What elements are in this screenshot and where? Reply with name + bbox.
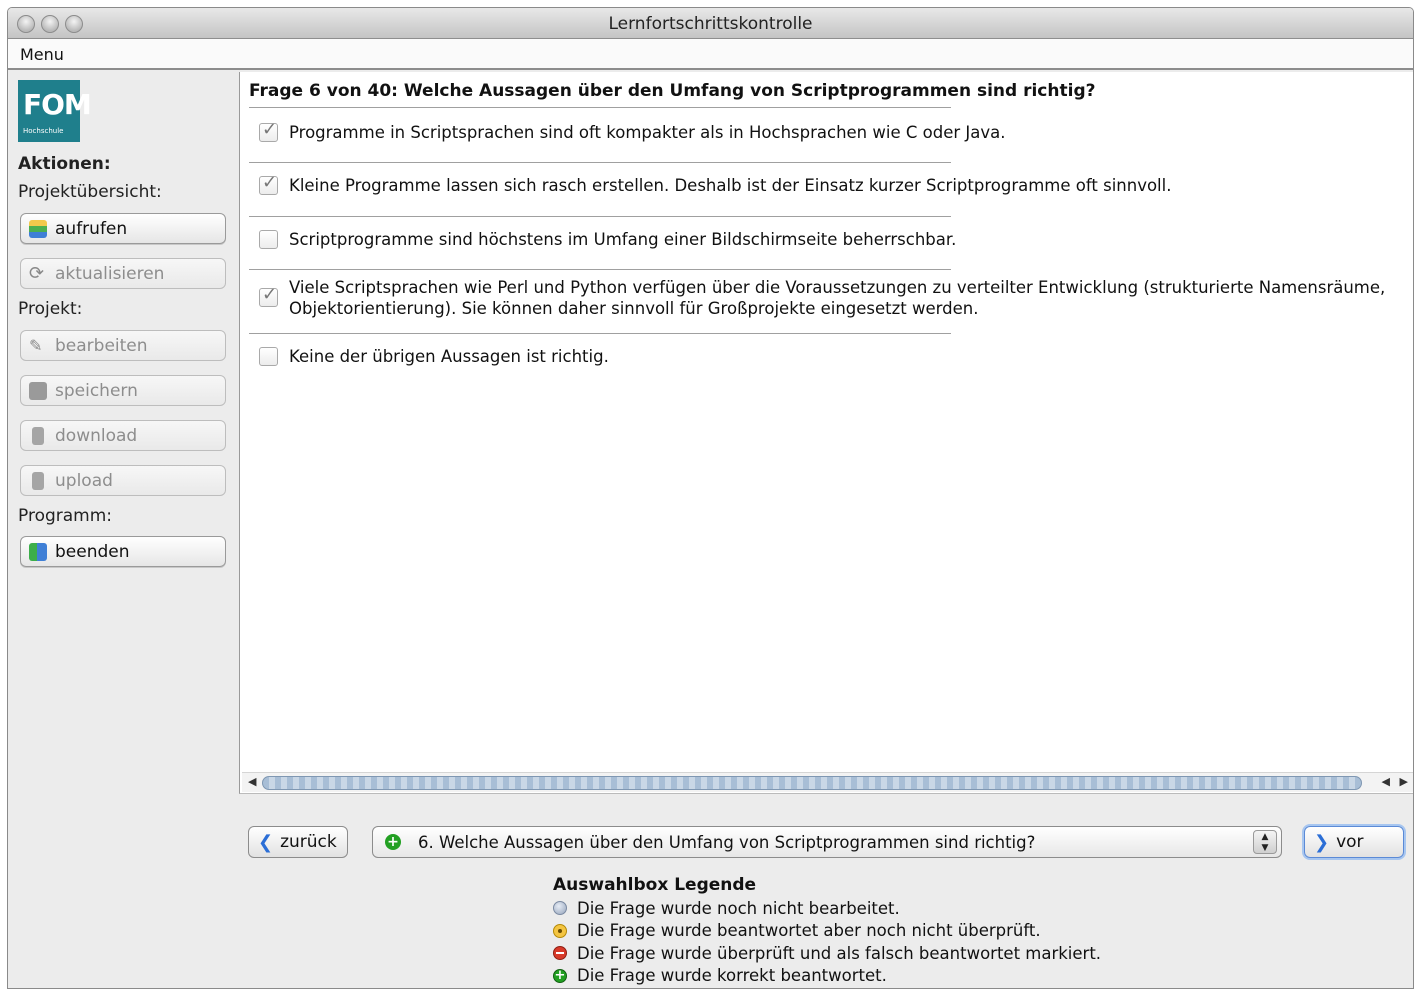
beenden-button[interactable]: beenden — [20, 536, 226, 567]
scrollbar-thumb[interactable] — [262, 776, 1362, 790]
title-bar: Lernfortschrittskontrolle — [8, 8, 1413, 39]
upload-icon — [32, 471, 44, 490]
selected-question-text: 6. Welche Aussagen über den Umfang von S… — [418, 832, 1036, 852]
forward-button[interactable]: ❯ vor — [1304, 826, 1404, 858]
answer-option-5[interactable]: Keine der übrigen Aussagen ist richtig. — [259, 346, 609, 367]
answer-option-1[interactable]: ✓ Programme in Scriptsprachen sind oft k… — [259, 119, 1005, 143]
divider — [249, 216, 951, 217]
menu-bar: Menu — [8, 39, 1413, 70]
divider — [249, 107, 951, 108]
checkmark-icon: ✓ — [262, 284, 278, 305]
projekt-label: Projekt: — [18, 299, 83, 319]
books-icon — [29, 219, 47, 238]
divider — [249, 333, 951, 334]
speichern-button[interactable]: speichern — [20, 375, 226, 406]
scroll-left-arrow-icon[interactable]: ◀ — [248, 775, 256, 788]
divider — [249, 269, 951, 270]
aufrufen-button[interactable]: aufrufen — [20, 213, 226, 244]
menu-item-menu[interactable]: Menu — [20, 45, 64, 64]
legend: Auswahlbox Legende Die Frage wurde noch … — [553, 875, 1101, 987]
legend-row-wrong: Die Frage wurde überprüft und als falsch… — [553, 942, 1101, 965]
yellow-circle-icon — [553, 923, 567, 938]
select-stepper-icon[interactable]: ▲ ▼ — [1253, 830, 1277, 854]
download-icon — [32, 426, 44, 445]
refresh-icon: ⟳ — [29, 262, 45, 284]
answer-option-2[interactable]: ✓ Kleine Programme lassen sich rasch ers… — [259, 172, 1171, 196]
download-button[interactable]: download — [20, 420, 226, 451]
legend-row-answered: Die Frage wurde beantwortet aber noch ni… — [553, 920, 1101, 943]
green-plus-icon: + — [553, 967, 567, 983]
aktionen-heading: Aktionen: — [18, 154, 111, 174]
projektuebersicht-label: Projektübersicht: — [18, 182, 162, 202]
pencil-icon: ✎ — [29, 335, 43, 355]
question-select[interactable]: + 6. Welche Aussagen über den Umfang von… — [372, 826, 1282, 858]
divider — [249, 162, 951, 163]
red-minus-icon — [553, 946, 567, 961]
question-title: Frage 6 von 40: Welche Aussagen über den… — [249, 81, 1096, 101]
answer-checkbox-4[interactable]: ✓ — [259, 284, 278, 307]
checkmark-icon: ✓ — [262, 172, 278, 193]
bearbeiten-button[interactable]: ✎ bearbeiten — [20, 330, 226, 361]
exit-door-icon — [29, 542, 47, 561]
legend-row-correct: + Die Frage wurde korrekt beantwortet. — [553, 966, 887, 986]
window-title: Lernfortschrittskontrolle — [608, 14, 813, 34]
grey-circle-icon — [553, 901, 567, 916]
answer-option-3[interactable]: Scriptprogramme sind höchstens im Umfang… — [259, 229, 956, 250]
answer-checkbox-5[interactable] — [259, 347, 278, 366]
aktualisieren-button[interactable]: ⟳ aktualisieren — [20, 258, 226, 289]
legend-title: Auswahlbox Legende — [553, 875, 757, 895]
legend-row-not-edited: Die Frage wurde noch nicht bearbeitet. — [553, 897, 1101, 920]
answer-checkbox-1[interactable]: ✓ — [259, 119, 278, 142]
scroll-right-arrow-icon[interactable]: ▶ — [1400, 775, 1408, 788]
programm-label: Programm: — [18, 506, 113, 526]
horizontal-scrollbar[interactable]: ◀ ◀ ▶ — [242, 772, 1413, 792]
answer-checkbox-2[interactable]: ✓ — [259, 172, 278, 195]
checkmark-icon: ✓ — [262, 119, 278, 140]
back-button[interactable]: ❮ zurück — [248, 826, 348, 858]
chevron-left-icon: ❮ — [258, 831, 274, 853]
fom-logo: FOM Hochschule — [18, 80, 92, 142]
chevron-right-icon: ❯ — [1314, 831, 1330, 853]
correct-plus-icon: + — [385, 834, 401, 850]
sidebar: FOM Hochschule Aktionen: Projektübersich… — [8, 70, 238, 988]
upload-button[interactable]: upload — [20, 465, 226, 496]
answer-checkbox-3[interactable] — [259, 230, 278, 249]
question-panel: Frage 6 von 40: Welche Aussagen über den… — [239, 72, 1413, 794]
save-icon — [29, 381, 47, 400]
answer-option-4[interactable]: ✓ Viele Scriptsprachen wie Perl und Pyth… — [259, 277, 1399, 319]
scroll-left-arrow-icon-2[interactable]: ◀ — [1382, 775, 1390, 788]
app-window: Lernfortschrittskontrolle Menu FOM Hochs… — [7, 7, 1414, 989]
